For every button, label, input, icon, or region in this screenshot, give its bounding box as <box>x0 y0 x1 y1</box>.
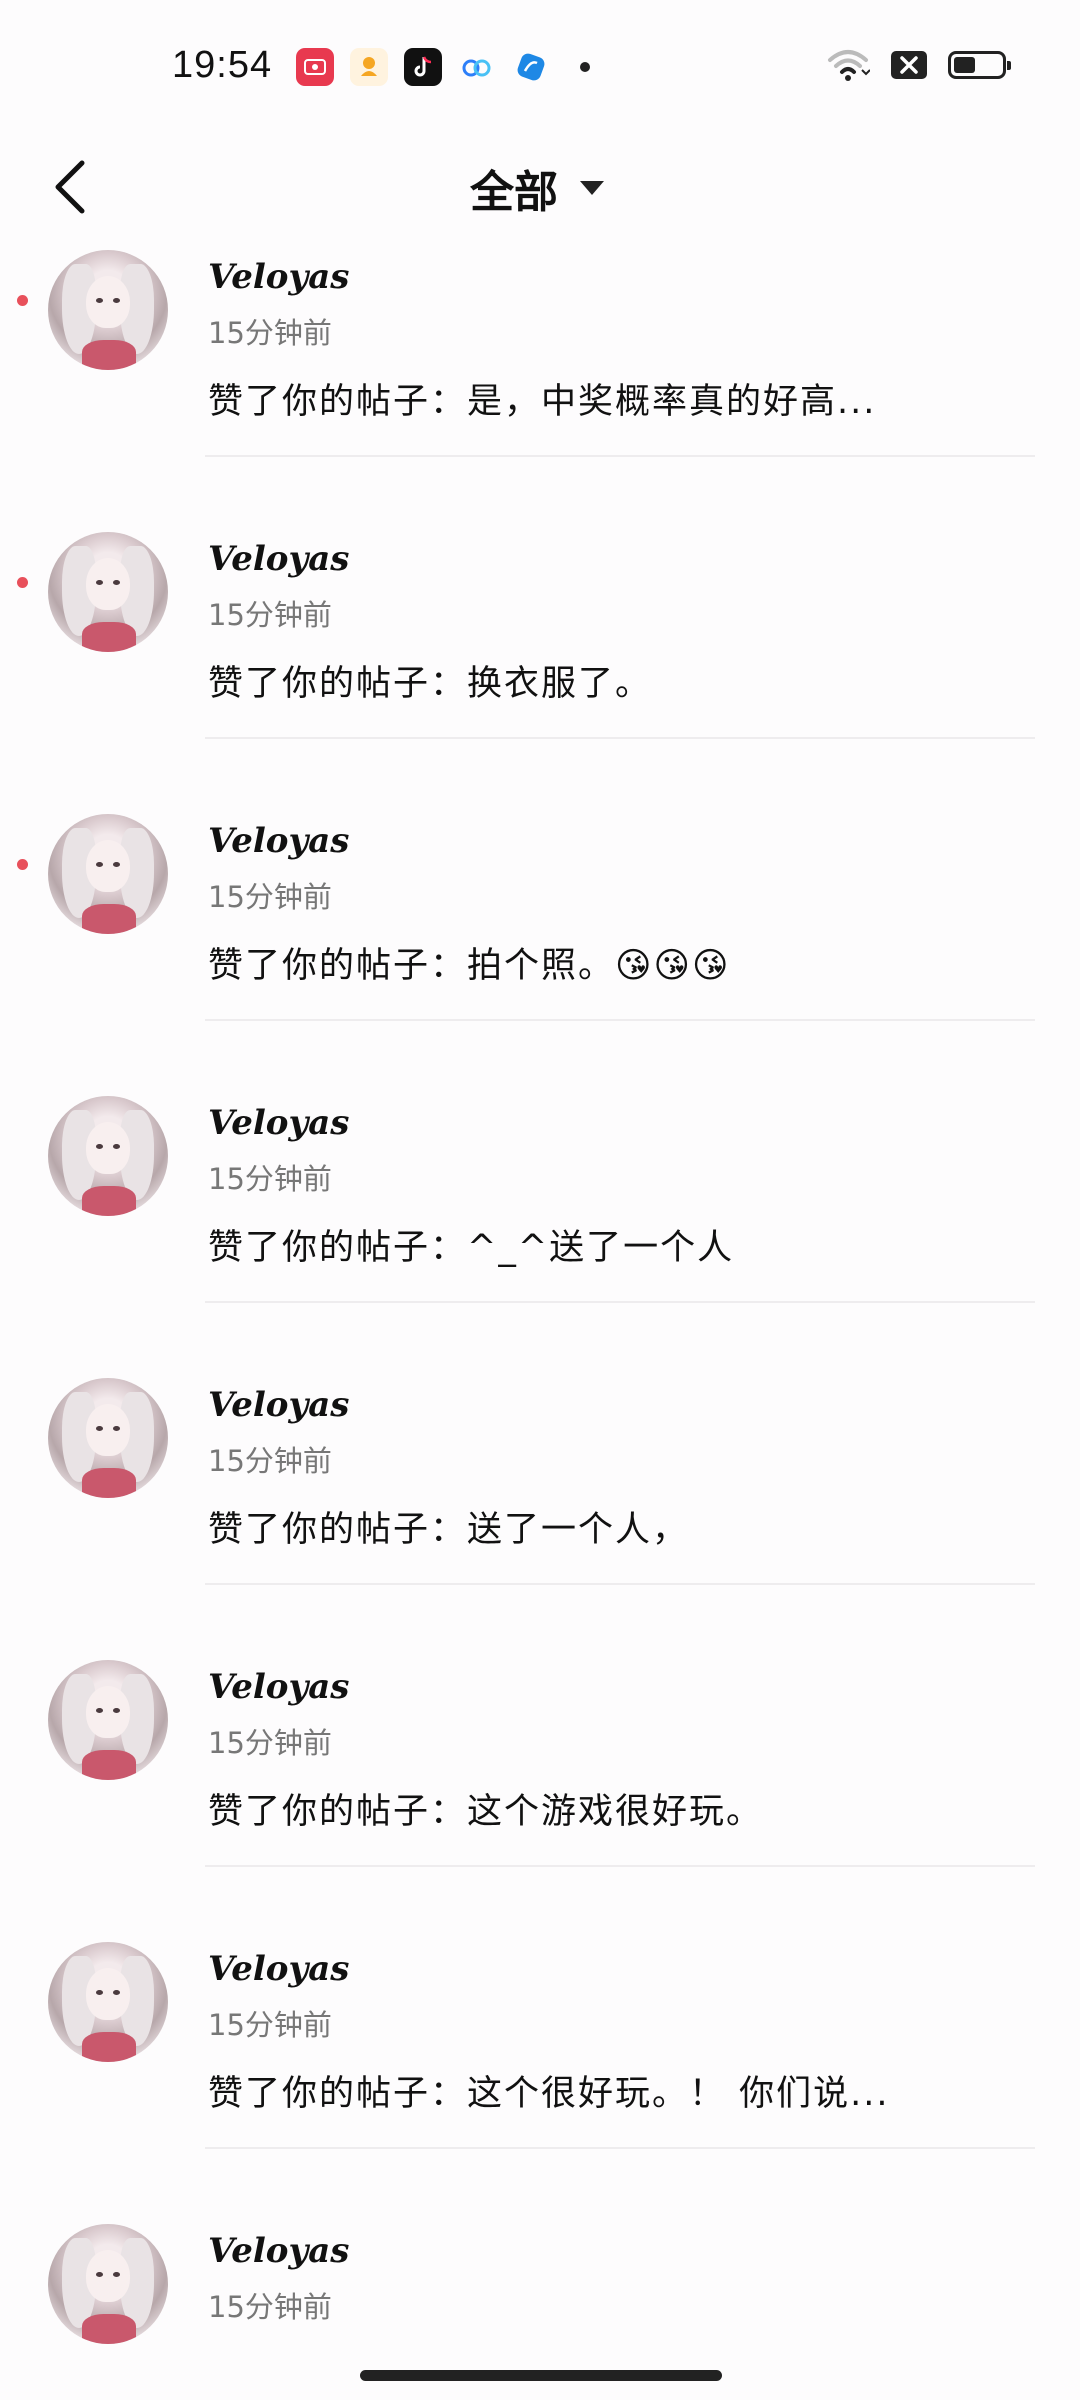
timestamp: 15分钟前 <box>208 880 332 914</box>
avatar-eye-left <box>96 862 103 867</box>
avatar-eye-left <box>96 580 103 585</box>
avatar-eye-right <box>113 862 120 867</box>
avatar-dress <box>82 904 136 934</box>
username[interactable]: Veloyas <box>208 1667 349 1707</box>
avatar-eye-left <box>96 1990 103 1995</box>
avatar-eye-left <box>96 298 103 303</box>
notification-item[interactable]: Veloyas 15分钟前 赞了你的帖子：有人来陪我吗？ <box>0 2149 1080 2350</box>
wifi-icon <box>828 50 870 81</box>
status-bar: 19:54 <box>0 0 1080 130</box>
username[interactable]: Veloyas <box>208 2231 349 2271</box>
home-indicator[interactable] <box>360 2370 722 2381</box>
avatar-eye-right <box>113 1990 120 1995</box>
avatar-eye-left <box>96 1426 103 1431</box>
notification-app-icons <box>296 48 590 86</box>
chevron-left-icon <box>55 160 85 214</box>
notification-message: 赞了你的帖子：这个游戏很好玩。 <box>208 1792 764 1832</box>
filter-label: 全部 <box>470 167 558 218</box>
browser-icon <box>512 48 550 86</box>
username[interactable]: Veloyas <box>208 821 349 861</box>
notification-message: 赞了你的帖子：这个很好玩。！ 你们说... <box>208 2074 890 2114</box>
status-time: 19:54 <box>172 44 273 86</box>
avatar-dress <box>82 2032 136 2062</box>
avatar-eye-right <box>113 1144 120 1149</box>
notification-message: 赞了你的帖子：有人来陪我吗？ <box>208 2347 726 2350</box>
username[interactable]: Veloyas <box>208 1949 349 1989</box>
username[interactable]: Veloyas <box>208 257 349 297</box>
avatar[interactable] <box>48 1660 168 1780</box>
avatar-eye-right <box>113 2272 120 2277</box>
avatar-eye-right <box>113 298 120 303</box>
avatar-dress <box>82 1750 136 1780</box>
cloud-drive-icon <box>458 48 496 86</box>
system-icons <box>826 48 1011 82</box>
notification-item[interactable]: Veloyas 15分钟前 赞了你的帖子：拍个照。😘😘😘 <box>0 739 1080 1021</box>
tiktok-icon <box>404 48 442 86</box>
notification-item[interactable]: Veloyas 15分钟前 赞了你的帖子：是，中奖概率真的好高... <box>0 250 1080 457</box>
back-button[interactable] <box>40 152 100 222</box>
avatar[interactable] <box>48 2224 168 2344</box>
avatar-face <box>86 1968 130 2020</box>
avatar-face <box>86 840 130 892</box>
notification-item[interactable]: Veloyas 15分钟前 赞了你的帖子：送了一个人， <box>0 1303 1080 1585</box>
timestamp: 15分钟前 <box>208 1726 332 1760</box>
avatar-face <box>86 1404 130 1456</box>
username[interactable]: Veloyas <box>208 539 349 579</box>
header-bar: 全部 <box>0 130 1080 250</box>
avatar[interactable] <box>48 1942 168 2062</box>
wallet-app-icon <box>350 48 388 86</box>
timestamp: 15分钟前 <box>208 1444 332 1478</box>
avatar-dress <box>82 340 136 370</box>
notification-item[interactable]: Veloyas 15分钟前 赞了你的帖子：这个很好玩。！ 你们说... <box>0 1867 1080 2149</box>
avatar[interactable] <box>48 814 168 934</box>
notification-message: 赞了你的帖子：是，中奖概率真的好高... <box>208 382 877 422</box>
avatar-face <box>86 276 130 328</box>
username[interactable]: Veloyas <box>208 1103 349 1143</box>
avatar[interactable] <box>48 250 168 370</box>
avatar-eye-right <box>113 1708 120 1713</box>
timestamp: 15分钟前 <box>208 1162 332 1196</box>
avatar-eye-right <box>113 1426 120 1431</box>
filter-dropdown[interactable]: 全部 <box>470 156 606 220</box>
avatar-eye-left <box>96 2272 103 2277</box>
battery-level-fill <box>954 57 975 73</box>
notification-message: 赞了你的帖子：拍个照。😘😘😘 <box>208 946 731 986</box>
avatar-eye-left <box>96 1708 103 1713</box>
avatar[interactable] <box>48 532 168 652</box>
battery-icon <box>948 51 1011 79</box>
screen-recorder-icon <box>296 48 334 86</box>
avatar-face <box>86 2250 130 2302</box>
unread-dot <box>17 295 28 306</box>
battery-cap <box>1007 61 1011 70</box>
notification-message: 赞了你的帖子：换衣服了。 <box>208 664 653 704</box>
notification-message: 赞了你的帖子：^_^送了一个人 <box>208 1228 735 1268</box>
notification-item[interactable]: Veloyas 15分钟前 赞了你的帖子：^_^送了一个人 <box>0 1021 1080 1303</box>
notification-item[interactable]: Veloyas 15分钟前 赞了你的帖子：换衣服了。 <box>0 457 1080 739</box>
caret-down-icon <box>580 181 604 195</box>
avatar-face <box>86 558 130 610</box>
avatar[interactable] <box>48 1096 168 1216</box>
avatar-face <box>86 1686 130 1738</box>
unread-dot <box>17 577 28 588</box>
username[interactable]: Veloyas <box>208 1385 349 1425</box>
avatar-dress <box>82 1186 136 1216</box>
avatar[interactable] <box>48 1378 168 1498</box>
timestamp: 15分钟前 <box>208 2290 332 2324</box>
timestamp: 15分钟前 <box>208 598 332 632</box>
notification-list-inner: Veloyas 15分钟前 赞了你的帖子：是，中奖概率真的好高... Veloy… <box>0 250 1080 2350</box>
avatar-dress <box>82 1468 136 1498</box>
unread-dot <box>17 859 28 870</box>
avatar-dress <box>82 622 136 652</box>
timestamp: 15分钟前 <box>208 2008 332 2042</box>
notification-message: 赞了你的帖子：送了一个人， <box>208 1510 690 1550</box>
avatar-dress <box>82 2314 136 2344</box>
no-sim-icon <box>891 51 927 79</box>
timestamp: 15分钟前 <box>208 316 332 350</box>
notification-list[interactable]: Veloyas 15分钟前 赞了你的帖子：是，中奖概率真的好高... Veloy… <box>0 250 1080 2350</box>
avatar-eye-right <box>113 580 120 585</box>
notification-item[interactable]: Veloyas 15分钟前 赞了你的帖子：这个游戏很好玩。 <box>0 1585 1080 1867</box>
avatar-face <box>86 1122 130 1174</box>
more-notifications-dot <box>580 62 590 72</box>
avatar-eye-left <box>96 1144 103 1149</box>
